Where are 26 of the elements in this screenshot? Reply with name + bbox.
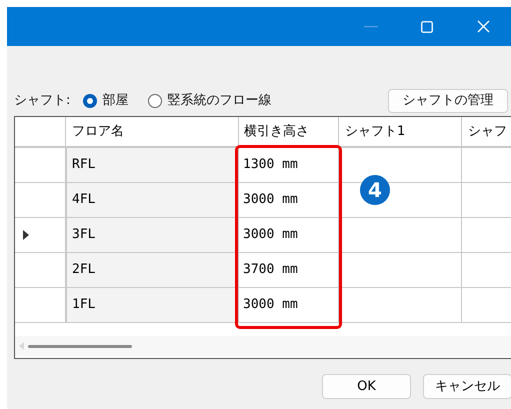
table-cell: 1FL: [66, 288, 239, 322]
current-row-icon: [23, 230, 29, 240]
table-cell: 3000 mm: [239, 218, 339, 252]
column-header[interactable]: 横引き高さ: [239, 117, 339, 146]
column-header[interactable]: フロア名: [66, 117, 239, 146]
scrollbar-thumb[interactable]: [28, 344, 132, 348]
column-header[interactable]: シャフト1: [339, 117, 462, 146]
radio-option[interactable]: 部屋: [83, 90, 128, 110]
manage-shaft-button[interactable]: シャフトの管理: [388, 88, 508, 112]
shaft-label: シャフト:: [14, 92, 70, 110]
table-cell: RFL: [66, 148, 239, 182]
radio-button[interactable]: [83, 94, 98, 108]
scroll-left-icon: [19, 342, 24, 350]
table-cell: 3000 mm: [239, 288, 339, 322]
table-cell: 3000 mm: [239, 183, 339, 217]
cancel-button[interactable]: キャンセル: [423, 374, 511, 399]
table-cell: 3FL: [66, 218, 239, 252]
radio-option[interactable]: 竪系統のフロー線: [148, 90, 272, 110]
radio-button[interactable]: [148, 94, 162, 108]
column-header[interactable]: シャフ: [462, 117, 511, 146]
ok-button[interactable]: OK: [322, 374, 411, 399]
table-cell: 4FL: [66, 183, 239, 217]
table-cell: 3700 mm: [239, 253, 339, 287]
table-cell: 1300 mm: [239, 148, 339, 182]
table-cell: 2FL: [66, 253, 239, 287]
horizontal-scrollbar[interactable]: [15, 336, 511, 356]
